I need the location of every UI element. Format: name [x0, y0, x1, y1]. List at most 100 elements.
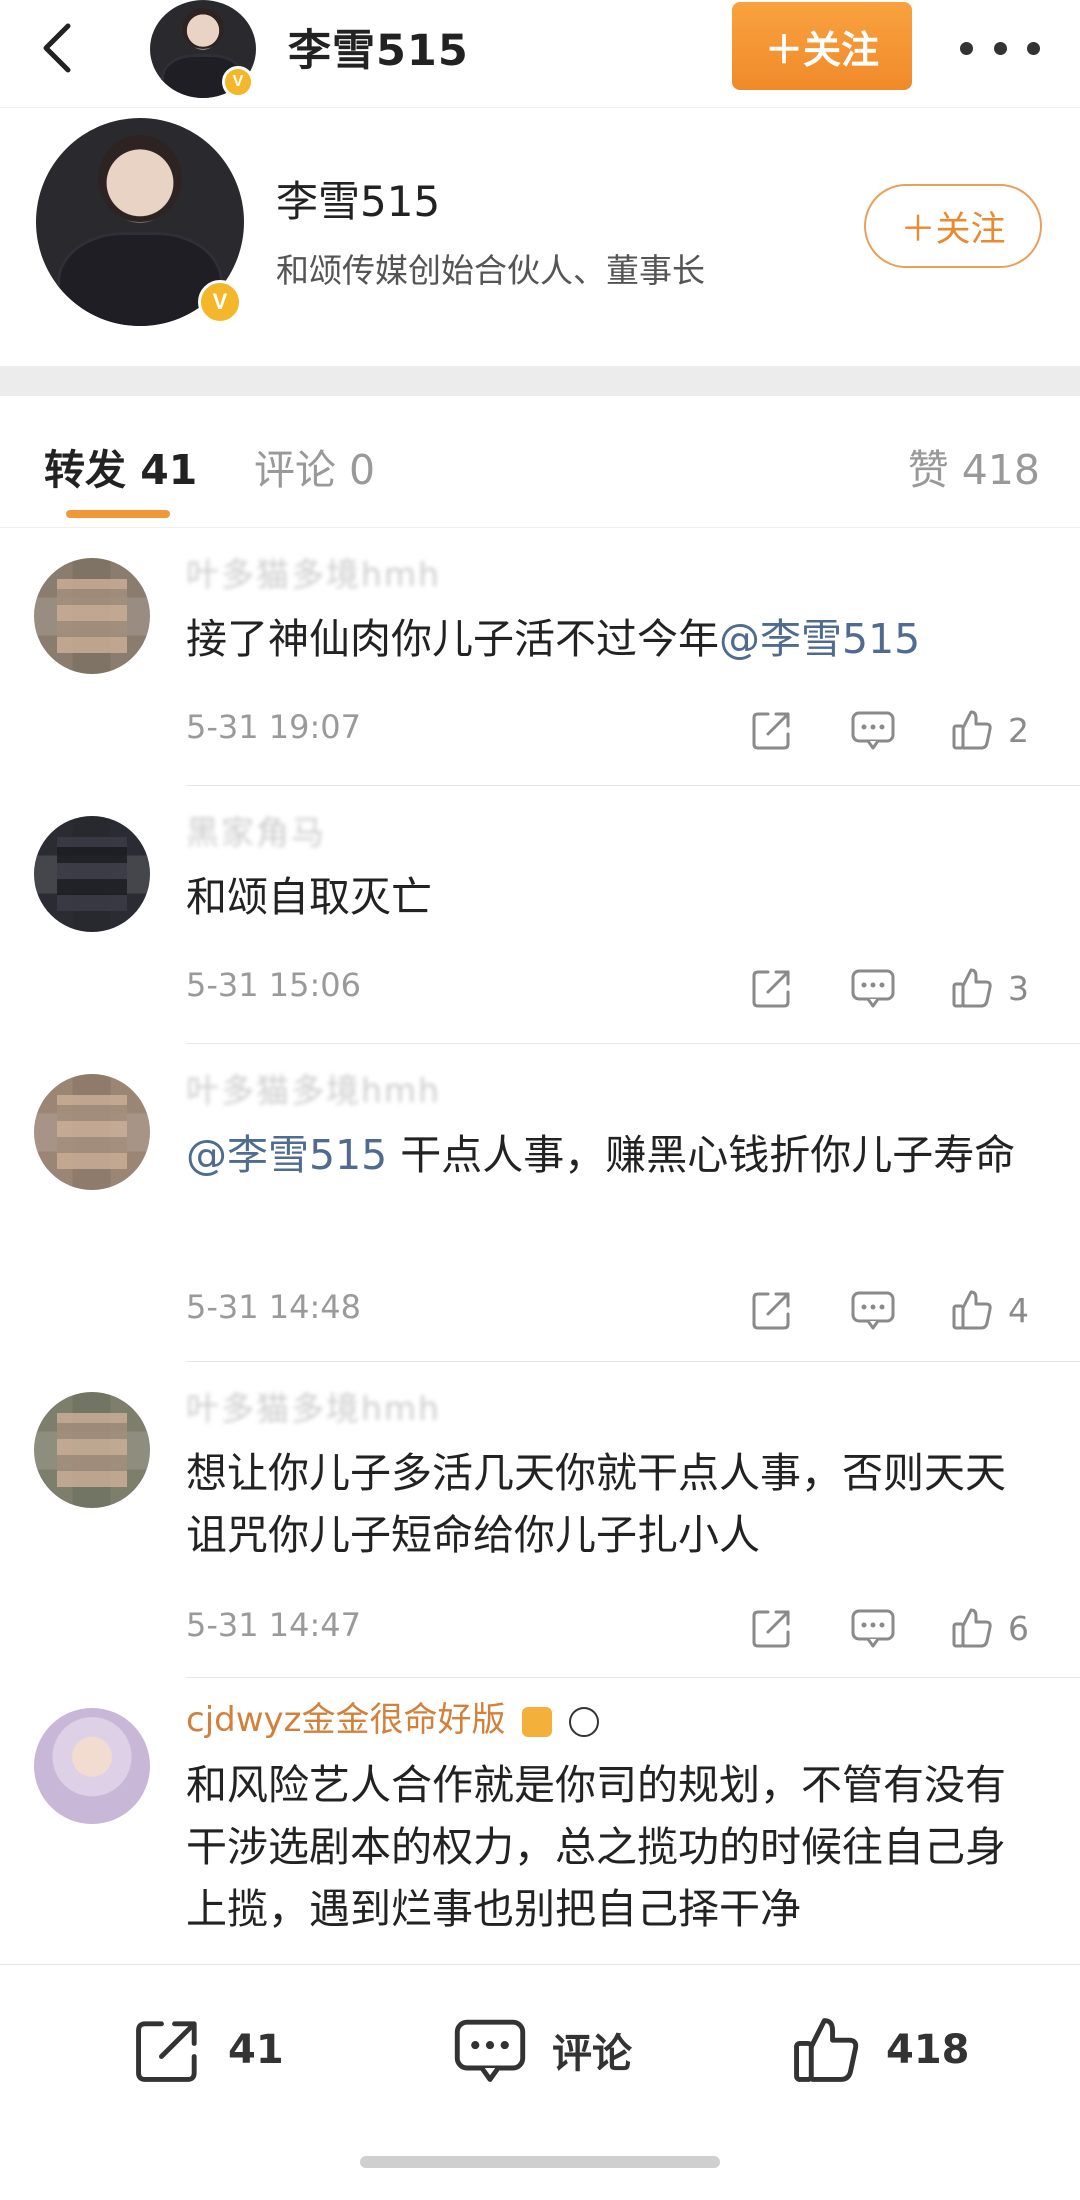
header-avatar[interactable]: V: [150, 0, 256, 98]
avatar[interactable]: [34, 1708, 150, 1824]
comment-icon: [454, 2019, 526, 2082]
profile-username[interactable]: 李雪515: [276, 168, 440, 229]
crown-badge-icon: [522, 1706, 553, 1737]
like-button[interactable]: 4: [950, 1286, 1029, 1334]
pixelated-avatar-image: [34, 558, 150, 674]
section-divider: [0, 366, 1080, 396]
pixelated-avatar-image: [34, 1392, 150, 1508]
avatar-image: [34, 1708, 150, 1824]
repost-text-body: 和颂自取灭亡: [186, 873, 432, 921]
comment-button[interactable]: [850, 964, 896, 1012]
thumbs-up-icon: [794, 2018, 859, 2082]
comment-icon: [851, 1291, 895, 1330]
verified-badge-icon: V: [222, 66, 254, 98]
home-indicator: [360, 2156, 720, 2168]
share-button[interactable]: [750, 1604, 794, 1652]
tab-comment[interactable]: 评论 0: [254, 436, 375, 496]
username[interactable]: 叶多猫多境hmh: [186, 1382, 441, 1430]
tab-active-indicator: [66, 510, 170, 518]
list-item: 叶多猫多境hmh @李雪515 干点人事，赚黑心钱折你儿子寿命 5-31 14:…: [0, 1044, 1080, 1362]
thumbs-up-icon: [952, 1290, 992, 1330]
more-dot-icon: [1027, 41, 1040, 55]
username[interactable]: 黑家角马: [186, 806, 326, 854]
repost-text-body: 接了神仙肉你儿子活不过今年: [186, 615, 719, 663]
avatar[interactable]: [34, 1074, 150, 1190]
list-item: cjdwyz金金很命好版 和风险艺人合作就是你司的规划，不管有没有干涉选剧本的权…: [0, 1678, 1080, 1964]
thumbs-up-icon: [952, 1608, 992, 1648]
list-item: 黑家角马 和颂自取灭亡 5-31 15:06 3: [0, 786, 1080, 1044]
more-dot-icon: [993, 41, 1007, 55]
panda-icon: [569, 1706, 600, 1737]
item-actions: 6: [750, 1604, 1050, 1652]
pixelated-avatar-image: [34, 816, 150, 932]
timestamp: 5-31 19:07: [186, 708, 362, 746]
share-icon: [136, 2021, 197, 2082]
header-username[interactable]: 李雪515: [288, 16, 469, 78]
tab-repost[interactable]: 转发 41: [44, 436, 197, 496]
share-icon: [752, 1292, 790, 1330]
comment-icon: [851, 1609, 895, 1648]
username[interactable]: cjdwyz金金很命好版: [186, 1692, 600, 1741]
like-button[interactable]: 2: [950, 706, 1029, 754]
profile-card: V 李雪515 和颂传媒创始合伙人、董事长 ＋关注: [0, 108, 1080, 366]
bottom-comment-button[interactable]: 评论: [452, 2015, 632, 2085]
share-button[interactable]: [750, 1286, 794, 1334]
chevron-left-icon: [43, 23, 71, 73]
profile-follow-button[interactable]: ＋关注: [864, 184, 1042, 268]
repost-text-body: 想让你儿子多活几天你就干点人事，否则天天诅咒你儿子短命给你儿子扎小人: [186, 1449, 1006, 1559]
comment-button[interactable]: [850, 1286, 896, 1334]
list-item: 叶多猫多境hmh 接了神仙肉你儿子活不过今年@李雪515 5-31 19:07 …: [0, 528, 1080, 786]
item-actions: 3: [750, 964, 1050, 1012]
like-count: 3: [1008, 968, 1029, 1008]
timestamp: 5-31 14:47: [186, 1606, 362, 1644]
username[interactable]: 叶多猫多境hmh: [186, 1064, 441, 1112]
mention-link[interactable]: @李雪515: [719, 615, 920, 663]
share-button[interactable]: [750, 964, 794, 1012]
bottom-comment-label: 评论: [552, 2031, 632, 2077]
username-text: cjdwyz金金很命好版: [186, 1700, 506, 1740]
tab-like[interactable]: 赞 418: [908, 436, 1040, 496]
repost-text: 接了神仙肉你儿子活不过今年@李雪515: [186, 608, 1046, 670]
list-item: 叶多猫多境hmh 想让你儿子多活几天你就干点人事，否则天天诅咒你儿子短命给你儿子…: [0, 1362, 1080, 1678]
timestamp: 5-31 15:06: [186, 966, 362, 1004]
like-count: 4: [1008, 1290, 1029, 1330]
bottom-like-count: 418: [886, 2027, 970, 2073]
repost-text-body: 干点人事，赚黑心钱折你儿子寿命: [387, 1131, 1016, 1179]
like-button[interactable]: 6: [950, 1604, 1029, 1652]
profile-description: 和颂传媒创始合伙人、董事长: [276, 251, 705, 290]
avatar[interactable]: [34, 816, 150, 932]
top-nav-bar: V 李雪515 ＋关注: [0, 0, 1080, 108]
repost-text-body: 和风险艺人合作就是你司的规划，不管有没有干涉选剧本的权力，总之揽功的时候往自己身…: [186, 1761, 1006, 1933]
more-options-button[interactable]: [960, 20, 1040, 76]
share-icon: [752, 1610, 790, 1648]
share-icon: [752, 970, 790, 1008]
header-follow-button[interactable]: ＋关注: [732, 2, 912, 90]
bottom-share-count: 41: [228, 2027, 284, 2073]
bottom-like-button[interactable]: 418: [790, 2015, 970, 2085]
item-actions: 2: [750, 706, 1050, 754]
back-button[interactable]: [30, 18, 90, 78]
repost-text: 和风险艺人合作就是你司的规划，不管有没有干涉选剧本的权力，总之揽功的时候往自己身…: [186, 1754, 1046, 1940]
avatar[interactable]: [34, 558, 150, 674]
thumbs-up-icon: [952, 968, 992, 1008]
like-count: 2: [1008, 710, 1029, 750]
repost-text: @李雪515 干点人事，赚黑心钱折你儿子寿命: [186, 1124, 1046, 1186]
verified-badge-icon: V: [198, 280, 242, 324]
mention-link[interactable]: @李雪515: [186, 1131, 387, 1179]
timestamp: 5-31 14:48: [186, 1288, 362, 1326]
thumbs-up-icon: [952, 710, 992, 750]
bottom-share-button[interactable]: 41: [132, 2015, 284, 2085]
profile-avatar[interactable]: V: [36, 118, 244, 326]
comment-button[interactable]: [850, 706, 896, 754]
comment-button[interactable]: [850, 1604, 896, 1652]
repost-text: 想让你儿子多活几天你就干点人事，否则天天诅咒你儿子短命给你儿子扎小人: [186, 1442, 1046, 1566]
like-button[interactable]: 3: [950, 964, 1029, 1012]
share-icon: [752, 712, 790, 750]
pixelated-avatar-image: [34, 1074, 150, 1190]
like-count: 6: [1008, 1608, 1029, 1648]
comment-icon: [851, 711, 895, 750]
avatar[interactable]: [34, 1392, 150, 1508]
item-actions: 4: [750, 1286, 1050, 1334]
share-button[interactable]: [750, 706, 794, 754]
username[interactable]: 叶多猫多境hmh: [186, 548, 441, 596]
